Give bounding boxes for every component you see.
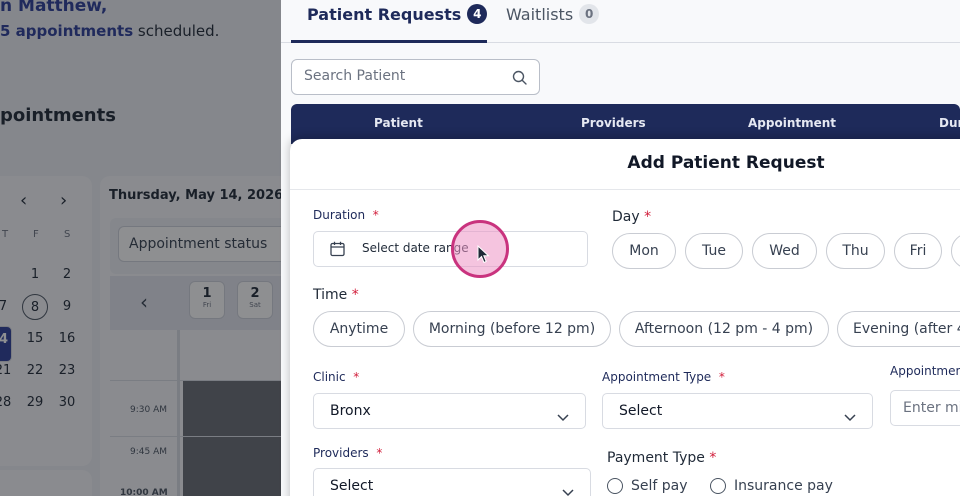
drawer-tabs: Patient Requests 4 Waitlists 0 xyxy=(281,0,960,43)
payment-insurance-pay[interactable]: Insurance pay xyxy=(710,478,833,494)
column-header: Providers xyxy=(581,116,646,130)
day-label: Day * xyxy=(612,209,652,225)
count-badge: 4 xyxy=(467,4,488,24)
search-patient xyxy=(291,59,540,95)
appointment-type-label: Appointment Type * xyxy=(602,370,725,384)
column-header: Dur xyxy=(939,116,960,130)
appointment-minutes-input[interactable]: Enter mi xyxy=(890,390,960,426)
add-patient-request-modal: Add Patient Request Duration * Select da… xyxy=(290,139,960,496)
search-input[interactable] xyxy=(304,68,504,84)
day-option-thu[interactable]: Thu xyxy=(826,233,885,269)
day-option-tue[interactable]: Tue xyxy=(685,233,743,269)
chevron-down-icon xyxy=(844,407,856,426)
count-badge: 0 xyxy=(579,4,600,24)
providers-label: Providers * xyxy=(313,446,383,460)
payment-type-label: Payment Type * xyxy=(607,450,717,466)
cursor-pointer-icon xyxy=(477,244,491,269)
calendar-icon xyxy=(330,241,345,261)
chevron-down-icon xyxy=(562,482,574,496)
clinic-label: Clinic * xyxy=(313,370,360,384)
divider xyxy=(290,189,960,190)
requests-table-header: Patient Providers Appointment Dur xyxy=(291,104,960,144)
chevron-down-icon xyxy=(557,407,569,426)
column-header: Appointment xyxy=(748,116,837,130)
search-icon[interactable] xyxy=(512,70,527,89)
time-option-morning[interactable]: Morning (before 12 pm) xyxy=(413,311,611,347)
active-tab-indicator xyxy=(291,40,487,43)
column-header: Patient xyxy=(374,116,423,130)
time-option-evening[interactable]: Evening (after 4 xyxy=(837,311,960,347)
duration-label: Duration * xyxy=(313,208,379,222)
modal-title: Add Patient Request xyxy=(627,153,825,173)
appointment-minutes-label: Appointmen xyxy=(890,364,960,378)
radio-icon[interactable] xyxy=(607,478,623,494)
day-option-mon[interactable]: Mon xyxy=(612,233,676,269)
payment-self-pay[interactable]: Self pay xyxy=(607,478,688,494)
tab-patient-requests[interactable]: Patient Requests 4 xyxy=(307,4,488,24)
appointment-type-select[interactable]: Select xyxy=(602,393,873,429)
providers-select[interactable]: Select xyxy=(313,468,591,496)
time-option-anytime[interactable]: Anytime xyxy=(313,311,405,347)
time-option-afternoon[interactable]: Afternoon (12 pm - 4 pm) xyxy=(619,311,829,347)
clinic-select[interactable]: Bronx xyxy=(313,393,586,429)
day-option-fri[interactable]: Fri xyxy=(894,233,942,269)
day-option-next[interactable] xyxy=(951,233,960,269)
time-label: Time * xyxy=(313,287,359,303)
tab-waitlists[interactable]: Waitlists 0 xyxy=(506,4,600,24)
radio-icon[interactable] xyxy=(710,478,726,494)
day-option-wed[interactable]: Wed xyxy=(752,233,817,269)
